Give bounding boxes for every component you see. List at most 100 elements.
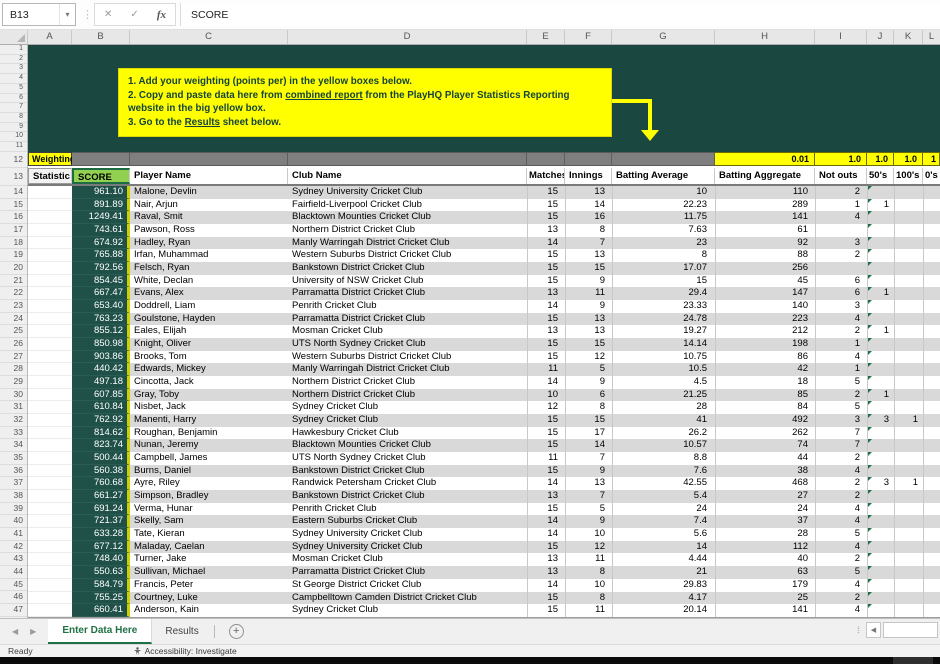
cell-batting-average[interactable]: 24 — [612, 503, 715, 516]
cell-not-outs[interactable]: 3 — [815, 414, 867, 427]
cell-hundreds[interactable] — [894, 287, 923, 300]
cell-innings[interactable]: 15 — [565, 262, 612, 275]
cell-score[interactable]: 610.84 — [72, 401, 130, 414]
cell-matches[interactable]: 13 — [527, 553, 565, 566]
cell-statistic[interactable] — [28, 363, 72, 376]
row-number-14[interactable]: 14 — [0, 186, 27, 199]
cell-innings[interactable]: 14 — [565, 199, 612, 212]
cell-matches[interactable]: 15 — [527, 427, 565, 440]
row-number-36[interactable]: 36 — [0, 465, 27, 478]
cell-innings[interactable]: 10 — [565, 528, 612, 541]
cell-batting-average[interactable]: 41 — [612, 414, 715, 427]
cell-matches[interactable]: 15 — [527, 186, 565, 199]
cell-batting-aggregate[interactable]: 262 — [715, 427, 815, 440]
column-header-G[interactable]: G — [612, 30, 715, 44]
row-number-2[interactable]: 2 — [0, 55, 27, 65]
cell-hundreds[interactable] — [894, 452, 923, 465]
cell-innings[interactable]: 13 — [565, 325, 612, 338]
cancel-icon[interactable]: ✕ — [104, 9, 112, 20]
row-number-45[interactable]: 45 — [0, 579, 27, 592]
cell-not-outs[interactable] — [815, 224, 867, 237]
cell-player-name[interactable]: Nisbet, Jack — [130, 401, 288, 414]
cell-player-name[interactable]: Goulstone, Hayden — [130, 313, 288, 326]
cell-club-name[interactable]: St George District Cricket Club — [288, 579, 527, 592]
row-number-31[interactable]: 31 — [0, 401, 27, 414]
header-matches[interactable]: Matches — [527, 168, 565, 184]
cell-player-name[interactable]: Edwards, Mickey — [130, 363, 288, 376]
cell-innings[interactable]: 11 — [565, 553, 612, 566]
cell-club-name[interactable]: Eastern Suburbs Cricket Club — [288, 515, 527, 528]
cell-zeros[interactable] — [923, 541, 940, 554]
cell-innings[interactable]: 17 — [565, 427, 612, 440]
cell-innings[interactable]: 7 — [565, 452, 612, 465]
cell-club-name[interactable]: Northern District Cricket Club — [288, 224, 527, 237]
cell-hundreds[interactable] — [894, 363, 923, 376]
formula-bar[interactable]: SCORE — [180, 3, 940, 26]
cell-hundreds[interactable] — [894, 237, 923, 250]
row-number-25[interactable]: 25 — [0, 325, 27, 338]
header-club-name[interactable]: Club Name — [288, 168, 527, 184]
cell-batting-average[interactable]: 24.78 — [612, 313, 715, 326]
cell-fifties[interactable] — [867, 275, 894, 288]
cell-player-name[interactable]: Hadley, Ryan — [130, 237, 288, 250]
column-header-A[interactable]: A — [28, 30, 72, 44]
cell-batting-average[interactable]: 7.4 — [612, 515, 715, 528]
cell-batting-aggregate[interactable]: 179 — [715, 579, 815, 592]
cell-matches[interactable]: 14 — [527, 237, 565, 250]
cell-matches[interactable]: 13 — [527, 224, 565, 237]
cell-hundreds[interactable] — [894, 592, 923, 605]
cell-statistic[interactable] — [28, 427, 72, 440]
cell-club-name[interactable]: Sydney University Cricket Club — [288, 528, 527, 541]
cell-score[interactable]: 762.92 — [72, 414, 130, 427]
cell-batting-average[interactable]: 10 — [612, 186, 715, 199]
cell-innings[interactable]: 11 — [565, 287, 612, 300]
cell-score[interactable]: 584.79 — [72, 579, 130, 592]
cell-not-outs[interactable]: 2 — [815, 452, 867, 465]
cell-batting-average[interactable]: 26.2 — [612, 427, 715, 440]
cell-statistic[interactable] — [28, 604, 72, 617]
row-number-5[interactable]: 5 — [0, 84, 27, 94]
cell-not-outs[interactable]: 5 — [815, 401, 867, 414]
combined-report-link[interactable]: combined report — [285, 90, 362, 101]
row-number-28[interactable]: 28 — [0, 363, 27, 376]
cell-zeros[interactable] — [923, 224, 940, 237]
cell-innings[interactable]: 13 — [565, 313, 612, 326]
cell-batting-average[interactable]: 11.75 — [612, 211, 715, 224]
cell-batting-aggregate[interactable]: 141 — [715, 604, 815, 617]
cell-zeros[interactable] — [923, 351, 940, 364]
cell-club-name[interactable]: UTS North Sydney Cricket Club — [288, 452, 527, 465]
cell-fifties[interactable] — [867, 465, 894, 478]
cell-matches[interactable]: 15 — [527, 439, 565, 452]
row-number-17[interactable]: 17 — [0, 224, 27, 237]
cell-statistic[interactable] — [28, 592, 72, 605]
cell-batting-aggregate[interactable]: 44 — [715, 452, 815, 465]
cell-club-name[interactable]: Hawkesbury Cricket Club — [288, 427, 527, 440]
cell-batting-average[interactable]: 10.5 — [612, 363, 715, 376]
cell-fifties[interactable] — [867, 541, 894, 554]
cell-player-name[interactable]: Maladay, Caelan — [130, 541, 288, 554]
cell-hundreds[interactable] — [894, 275, 923, 288]
column-header-L[interactable]: L — [923, 30, 940, 44]
cell-matches[interactable]: 15 — [527, 541, 565, 554]
weighting-zeros-cell[interactable]: 1 — [923, 152, 940, 166]
cell-batting-average[interactable]: 20.14 — [612, 604, 715, 617]
cell-fifties[interactable] — [867, 592, 894, 605]
cell-batting-average[interactable]: 19.27 — [612, 325, 715, 338]
cell-score[interactable]: 560.38 — [72, 465, 130, 478]
cell-hundreds[interactable] — [894, 553, 923, 566]
cell-not-outs[interactable]: 4 — [815, 351, 867, 364]
cell-batting-aggregate[interactable]: 85 — [715, 389, 815, 402]
cell-player-name[interactable]: Irfan, Muhammad — [130, 249, 288, 262]
cell-player-name[interactable]: Gray, Toby — [130, 389, 288, 402]
row-number-23[interactable]: 23 — [0, 300, 27, 313]
header-batting-aggregate[interactable]: Batting Aggregate — [715, 168, 815, 184]
cell-batting-average[interactable]: 14.14 — [612, 338, 715, 351]
row-number-13[interactable]: 13 — [0, 168, 27, 186]
cell-player-name[interactable]: Campbell, James — [130, 452, 288, 465]
cell-score[interactable]: 607.85 — [72, 389, 130, 402]
row-number-21[interactable]: 21 — [0, 275, 27, 288]
cell-batting-aggregate[interactable]: 42 — [715, 363, 815, 376]
cell-player-name[interactable]: Cincotta, Jack — [130, 376, 288, 389]
cell-innings[interactable]: 9 — [565, 275, 612, 288]
header-fifties[interactable]: 50's — [867, 168, 894, 184]
